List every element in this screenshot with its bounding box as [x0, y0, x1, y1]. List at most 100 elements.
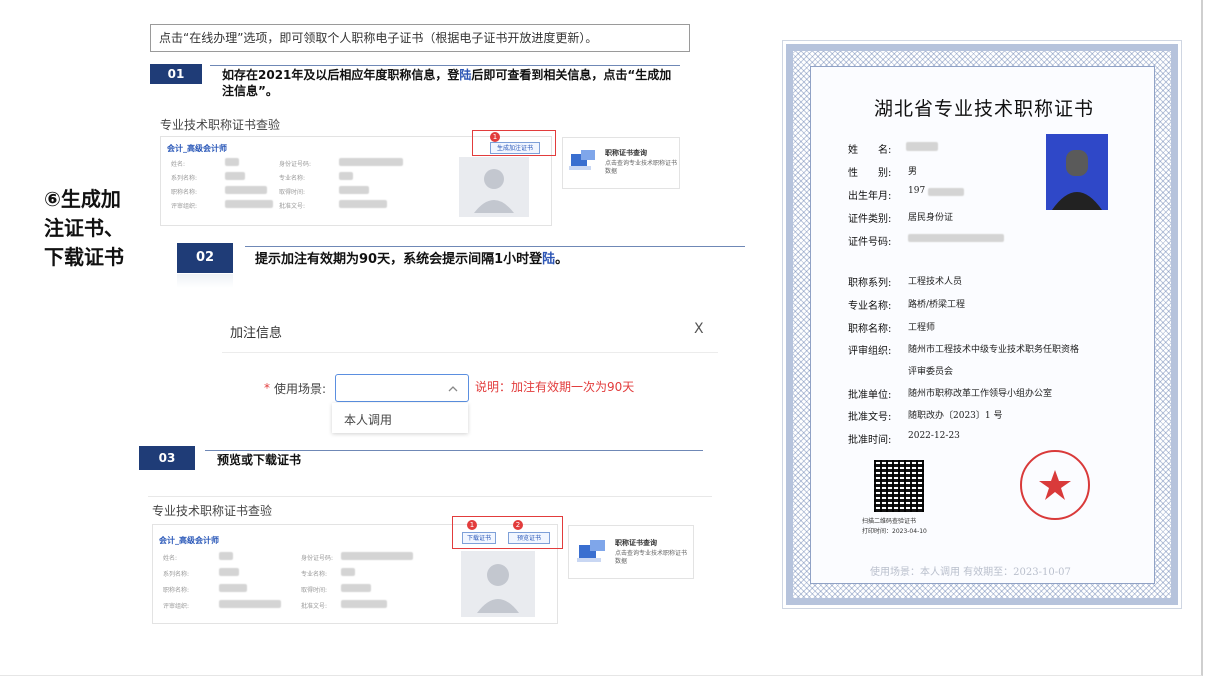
field-major-1: 专业名称: — [279, 175, 306, 182]
field-name-2: 姓名: — [163, 555, 178, 562]
qr-code-icon — [874, 460, 924, 512]
cert-value-idtype: 居民身份证 — [908, 213, 954, 223]
field-doc-1: 批准文号: — [279, 203, 306, 210]
field-time-2: 取得时间: — [301, 587, 328, 594]
redacted-idno — [908, 234, 1004, 242]
cert-query-title: 职称证书查询 — [605, 149, 647, 157]
cert-photo — [1046, 134, 1108, 210]
field-time-1: 取得时间: — [279, 189, 306, 196]
redacted-value — [339, 158, 403, 166]
step-text-02-b: 。 — [555, 252, 569, 267]
cert-query-title-2: 职称证书查询 — [615, 539, 657, 547]
required-mark: * — [264, 381, 270, 395]
cert-value-gender: 男 — [908, 167, 918, 177]
card-title-1: 会计_高级会计师 — [167, 144, 227, 153]
field-id-1: 身份证号码: — [279, 161, 312, 168]
cert-label-date: 批准时间: — [848, 435, 892, 446]
redacted-value — [341, 552, 413, 560]
step-line-03 — [205, 450, 703, 451]
cert-value-major: 路桥/桥梁工程 — [908, 300, 966, 310]
cert-value-series: 工程技术人员 — [908, 277, 963, 287]
badge-1-a: 1 — [490, 132, 500, 142]
official-seal — [1020, 450, 1090, 520]
cert-query-card-1[interactable]: 职称证书查询 点击查询专业技术职称证书数据 — [562, 137, 680, 189]
step-badge-01: 01 — [150, 64, 202, 84]
query-panel-title-1: 专业技术职称证书查验 — [160, 118, 281, 132]
step-text-02: 提示加注有效期为90天，系统会提示间隔1小时登陆。 — [255, 252, 568, 268]
cert-label-idtype: 证件类别: — [848, 214, 892, 225]
side-title: ⑥生成加注证书、下载证书 — [44, 187, 124, 269]
redacted-value — [341, 568, 355, 576]
cert-query-desc-2: 点击查询专业技术职称证书数据 — [615, 550, 688, 565]
dialog-title: 加注信息 — [230, 326, 283, 341]
person-icon — [477, 564, 519, 613]
chevron-up-icon — [448, 386, 458, 392]
query-panel-title-2: 专业技术职称证书查验 — [152, 504, 273, 518]
redacted-value — [225, 186, 267, 194]
certificate-footer: 使用场景：本人调用 有效期至：2023-10-07 — [870, 567, 1071, 578]
cert-query-icon — [569, 150, 595, 170]
person-photo-icon — [1052, 150, 1102, 210]
cert-query-icon — [577, 540, 605, 562]
redacted-name — [906, 142, 938, 151]
cert-label-gender: 性 别: — [848, 168, 892, 179]
instruction-box: 点击“在线办理”选项，即可领取个人职称电子证书（根据电子证书开放进度更新）。 — [150, 24, 690, 52]
redacted-value — [339, 200, 387, 208]
cert-query-desc: 点击查询专业技术职称证书数据 — [605, 160, 678, 175]
field-title-2: 职称名称: — [163, 587, 190, 594]
step-text-01-a: 如存在2021年及以后相应年度职称信息，登 — [222, 68, 460, 82]
dialog-close-button[interactable]: X — [694, 321, 704, 337]
option-self-use[interactable]: 本人调用 — [344, 411, 392, 428]
cert-label-name: 姓 名: — [848, 145, 892, 156]
cert-value-org-2: 评审委员会 — [908, 367, 954, 377]
field-org-1: 评审组织: — [171, 203, 198, 210]
field-series-2: 系列名称: — [163, 571, 190, 578]
cert-value-birth: 197 — [908, 186, 926, 196]
validity-note: 说明：加注有效期一次为90天 — [475, 380, 635, 394]
cert-label-org: 评审组织: — [848, 346, 892, 357]
redacted-value — [219, 552, 233, 560]
usage-scene-select[interactable] — [335, 374, 469, 402]
panel-2-divider — [148, 496, 712, 497]
card-title-2: 会计_高级会计师 — [159, 536, 219, 545]
step-badge-02: 02 — [177, 243, 233, 273]
step-text-01: 如存在2021年及以后相应年度职称信息，登陆后即可查看到相关信息，点击“生成加注… — [222, 67, 682, 99]
redacted-value — [225, 158, 239, 166]
person-icon — [474, 169, 514, 213]
avatar-placeholder-1 — [459, 157, 529, 217]
star-icon — [1039, 470, 1071, 500]
cert-value-docno: 随职改办〔2023〕1 号 — [908, 411, 1003, 421]
cert-value-title: 工程师 — [908, 323, 936, 333]
usage-scene-label: 使用场景: — [274, 382, 327, 396]
redacted-value — [225, 200, 273, 208]
field-doc-2: 批准文号: — [301, 603, 328, 610]
step-badge-03: 03 — [139, 446, 195, 470]
certificate-title: 湖北省专业技术职称证书 — [874, 98, 1095, 120]
field-major-2: 专业名称: — [301, 571, 328, 578]
cert-label-series: 职称系列: — [848, 278, 892, 289]
cert-label-docno: 批准文号: — [848, 412, 892, 423]
redacted-birth — [928, 188, 964, 196]
field-series-1: 系列名称: — [171, 175, 198, 182]
generate-annotation-button[interactable]: 生成加注证书 — [490, 142, 540, 154]
redacted-value — [219, 600, 281, 608]
cert-value-approver: 随州市职称改革工作领导小组办公室 — [908, 389, 1053, 399]
redacted-value — [225, 172, 245, 180]
field-org-2: 评审组织: — [163, 603, 190, 610]
preview-cert-button[interactable]: 预览证书 — [508, 532, 550, 544]
step-line-02 — [245, 246, 745, 247]
field-name-1: 姓名: — [171, 161, 186, 168]
cert-label-idno: 证件号码: — [848, 237, 892, 248]
redacted-value — [341, 600, 387, 608]
qr-caption-2: 打印时间：2023-04-10 — [862, 528, 927, 535]
cert-label-major: 专业名称: — [848, 301, 892, 312]
redacted-value — [339, 186, 369, 194]
cert-value-org: 随州市工程技术中级专业技术职务任职资格 — [908, 345, 1080, 355]
cert-label-approver: 批准单位: — [848, 390, 892, 401]
field-id-2: 身份证号码: — [301, 555, 334, 562]
step-text-02-a: 提示加注有效期为90天，系统会提示间隔1小时登 — [255, 252, 543, 267]
step-text-02-hl: 陆 — [542, 252, 556, 267]
download-cert-button[interactable]: 下载证书 — [462, 532, 496, 544]
step-text-03: 预览或下载证书 — [217, 453, 302, 467]
cert-query-card-2[interactable]: 职称证书查询 点击查询专业技术职称证书数据 — [568, 525, 694, 579]
